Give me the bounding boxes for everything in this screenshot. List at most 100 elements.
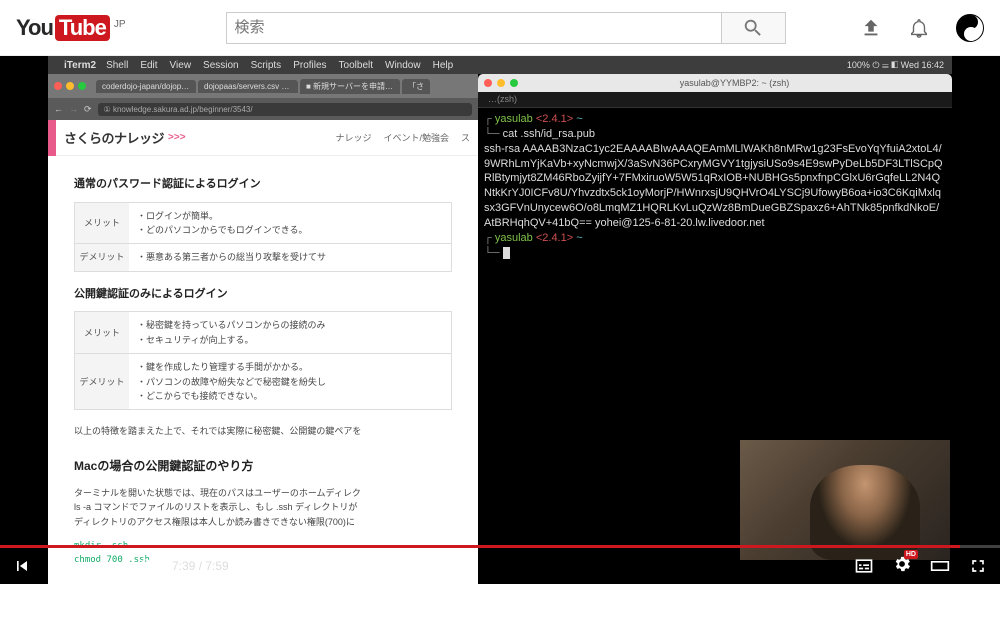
- demerit-cell: ・悪意ある第三者からの総当り攻撃を受けてサ: [129, 244, 451, 270]
- brand-accent: [48, 120, 56, 156]
- menu-toolbelt: Toolbelt: [339, 60, 373, 71]
- prompt-path: ~: [576, 232, 582, 244]
- menu-view: View: [170, 60, 192, 71]
- terminal-title: yasulab@YYMBP2: ~ (zsh): [523, 78, 946, 88]
- terminal-titlebar: yasulab@YYMBP2: ~ (zsh): [478, 74, 952, 92]
- p2c: ディレクトリのアクセス権限は本人しか読み書きできない権限(700)に: [74, 517, 355, 527]
- back-icon[interactable]: ←: [54, 104, 63, 114]
- table-1: メリット ・ログインが簡単。 ・どのパソコンからでもログインできる。 デメリット…: [74, 202, 452, 272]
- tab-1[interactable]: coderdojo-japan/dojopaas:: [96, 80, 196, 93]
- menu-shell: Shell: [106, 60, 128, 71]
- nav-more[interactable]: ス: [461, 131, 470, 144]
- play-icon[interactable]: [50, 552, 78, 580]
- demerit-cell: ・鍵を作成したり管理する手間がかかる。 ・パソコンの故障や紛失などで秘密鍵を紛失…: [129, 354, 451, 409]
- window-controls: [54, 82, 86, 90]
- paragraph: ターミナルを開いた状態では、現在のパスはユーザーのホームディレク ls -a コ…: [74, 486, 452, 529]
- previous-icon[interactable]: [12, 556, 32, 576]
- theater-icon[interactable]: [930, 556, 950, 576]
- bell-icon[interactable]: [908, 17, 930, 39]
- close-icon[interactable]: [54, 82, 62, 90]
- menu-window: Window: [385, 60, 421, 71]
- youtube-header: You Tube JP: [0, 0, 1000, 56]
- p2a: ターミナルを開いた状態では、現在のパスはユーザーのホームディレク: [74, 488, 361, 498]
- site-logo[interactable]: さくらのナレッジ: [64, 128, 164, 147]
- search-form: [226, 12, 786, 44]
- maximize-icon[interactable]: [78, 82, 86, 90]
- prompt-version: <2.4.1>: [536, 232, 573, 244]
- forward-icon[interactable]: →: [69, 104, 78, 114]
- browser-window: coderdojo-japan/dojopaas: dojopaas/serve…: [48, 74, 478, 584]
- merit-header: メリット: [75, 203, 129, 244]
- menu-help: Help: [433, 60, 454, 71]
- url-field[interactable]: ① knowledge.sakura.ad.jp/beginner/3543/: [98, 103, 472, 116]
- tab-3[interactable]: ■ 新規サーバーを申請するため…: [300, 79, 400, 94]
- tab-4[interactable]: 「さ: [402, 79, 430, 94]
- demerit-header: デメリット: [75, 354, 129, 409]
- search-button[interactable]: [722, 12, 786, 44]
- prompt-version: <2.4.1>: [536, 113, 573, 125]
- avatar[interactable]: [956, 14, 984, 42]
- search-input[interactable]: [226, 12, 722, 44]
- logo-you-text: You: [16, 15, 53, 41]
- section3-title: Macの場合の公開鍵認証のやり方: [74, 457, 452, 476]
- logo-region: JP: [114, 19, 126, 30]
- table-row: デメリット ・悪意ある第三者からの総当り攻撃を受けてサ: [75, 244, 451, 270]
- minimize-icon[interactable]: [66, 82, 74, 90]
- time-total: 7:59: [205, 559, 228, 573]
- upload-icon[interactable]: [860, 17, 882, 39]
- page-content: さくらのナレッジ >>> ナレッジ イベント/勉強会 ス 通常のパスワード認証に…: [48, 120, 478, 584]
- cursor: [503, 247, 510, 259]
- merit-cell: ・秘密鍵を持っているパソコンからの接続のみ ・セキュリティが向上する。: [129, 312, 451, 353]
- table-row: メリット ・秘密鍵を持っているパソコンからの接続のみ ・セキュリティが向上する。: [75, 312, 451, 354]
- close-icon[interactable]: [484, 79, 492, 87]
- terminal-output[interactable]: ┌ yasulab <2.4.1> ~ └─ cat .ssh/id_rsa.p…: [478, 108, 952, 264]
- tab-2[interactable]: dojopaas/servers.csv at mast…: [198, 80, 298, 93]
- logo-tube-text: Tube: [55, 15, 110, 41]
- paragraph: 以上の特徴を踏まえた上で、それでは実際に秘密鍵、公開鍵の鍵ペアを: [74, 424, 452, 438]
- ssh-key-output: ssh-rsa AAAAB3NzaC1yc2EAAAABIwAAAQEAmMLl…: [484, 142, 946, 231]
- webcam-overlay: [740, 440, 950, 560]
- menubar-right: 100% ⏻ ☰ ◧ Wed 16:42: [847, 60, 944, 71]
- terminal-command: cat .ssh/id_rsa.pub: [503, 128, 595, 140]
- nav-knowledge[interactable]: ナレッジ: [335, 131, 371, 144]
- hd-badge: HD: [904, 550, 918, 559]
- table-row: メリット ・ログインが簡単。 ・どのパソコンからでもログインできる。: [75, 203, 451, 245]
- controls-right: HD: [854, 554, 988, 579]
- prompt-path: ~: [576, 113, 582, 125]
- menu-session: Session: [203, 60, 239, 71]
- menu-edit: Edit: [140, 60, 157, 71]
- header-actions: [860, 14, 984, 42]
- fullscreen-icon[interactable]: [968, 556, 988, 576]
- maximize-icon[interactable]: [510, 79, 518, 87]
- youtube-logo[interactable]: You Tube JP: [16, 15, 126, 41]
- prompt-user: yasulab: [495, 232, 533, 244]
- macos-menubar: iTerm2 Shell Edit View Session Scripts P…: [48, 56, 952, 74]
- mac-menus: Shell Edit View Session Scripts Profiles…: [106, 60, 453, 71]
- article-body: 通常のパスワード認証によるログイン メリット ・ログインが簡単。 ・どのパソコン…: [48, 156, 478, 580]
- prompt-user: yasulab: [495, 113, 533, 125]
- merit-header: メリット: [75, 312, 129, 353]
- next-icon[interactable]: [96, 556, 116, 576]
- search-icon: [742, 17, 764, 39]
- terminal-tab[interactable]: …(zsh): [478, 92, 952, 108]
- menu-scripts: Scripts: [251, 60, 282, 71]
- demerit-header: デメリット: [75, 244, 129, 270]
- address-bar-row: ← → ⟳ ① knowledge.sakura.ad.jp/beginner/…: [48, 98, 478, 120]
- logo-chevrons: >>>: [168, 132, 186, 143]
- time-display: 7:39 / 7:59: [172, 559, 229, 573]
- app-name: iTerm2: [64, 60, 96, 71]
- nav-events[interactable]: イベント/勉強会: [383, 131, 449, 144]
- player-controls: 7:39 / 7:59 HD: [0, 548, 1000, 584]
- menu-profiles: Profiles: [293, 60, 326, 71]
- video-player: iTerm2 Shell Edit View Session Scripts P…: [0, 56, 1000, 584]
- settings-button[interactable]: HD: [892, 554, 912, 579]
- volume-icon[interactable]: [134, 556, 154, 576]
- table-row: デメリット ・鍵を作成したり管理する手間がかかる。 ・パソコンの故障や紛失などで…: [75, 354, 451, 409]
- p2b: ls -a コマンドでファイルのリストを表示し、もし .ssh ディレクトリが: [74, 502, 357, 512]
- section1-title: 通常のパスワード認証によるログイン: [74, 176, 452, 194]
- subtitles-icon[interactable]: [854, 556, 874, 576]
- minimize-icon[interactable]: [497, 79, 505, 87]
- section2-title: 公開鍵認証のみによるログイン: [74, 286, 452, 304]
- reload-icon[interactable]: ⟳: [84, 104, 92, 115]
- time-current: 7:39: [172, 559, 195, 573]
